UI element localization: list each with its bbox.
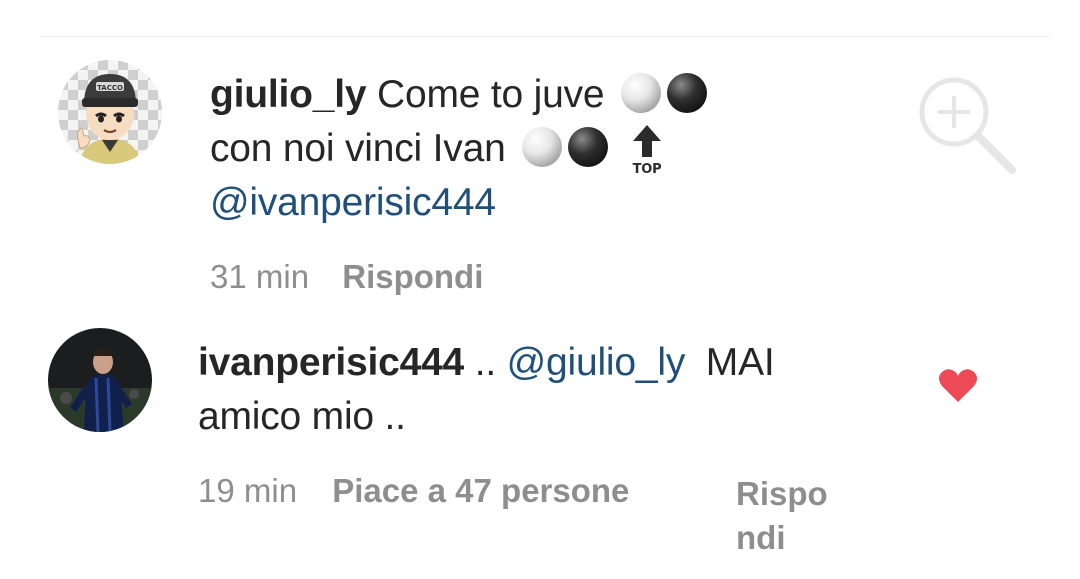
comment-line: amico mio .. [198, 390, 775, 444]
white-ball-icon [522, 127, 563, 167]
comment-line: @ivanperisic444 [210, 176, 707, 230]
reply-label-line: ndi [736, 519, 786, 556]
avatar-giulio-ly[interactable]: TACCO [58, 60, 162, 164]
comment-time: 19 min [198, 472, 298, 509]
svg-text:TACCO: TACCO [97, 84, 123, 92]
likes-count-link[interactable]: Piace a 47 persone [332, 472, 629, 509]
mention-link[interactable]: @ivanperisic444 [210, 181, 496, 224]
player-photo-avatar-icon [48, 328, 152, 432]
comment-line: giulio_ly Come to juve [210, 68, 708, 122]
comment-line: ivanperisic444 .. @giulio_ly MAI [198, 336, 775, 390]
reply-label-line: Rispo [736, 475, 828, 512]
white-ball-icon [621, 73, 662, 113]
cartoon-avatar-icon: TACCO [58, 60, 162, 164]
comment-separator: .. [474, 341, 496, 384]
comment-text: amico mio .. [198, 395, 406, 438]
top-divider [40, 36, 1050, 37]
comment-meta: 19 min Piace a 47 persone [198, 472, 629, 510]
zoom-icon[interactable] [908, 68, 1020, 180]
black-ball-icon [568, 127, 609, 167]
svg-text:TOP: TOP [632, 162, 661, 175]
reply-button[interactable]: Rispo ndi [736, 472, 828, 560]
comment-username[interactable]: giulio_ly [210, 73, 367, 116]
comment-text: con noi vinci Ivan [210, 127, 506, 170]
comment-line: con noi vinci Ivan TOP [210, 122, 707, 176]
avatar-ivanperisic444[interactable] [48, 328, 152, 432]
comment-text: MAI [705, 341, 775, 384]
heart-icon[interactable] [938, 368, 978, 404]
comment-body: ivanperisic444 .. @giulio_ly MAI amico m… [198, 336, 775, 444]
comment-time: 31 min [210, 258, 310, 295]
black-ball-icon [667, 73, 708, 113]
mention-link[interactable]: @giulio_ly [507, 341, 686, 384]
comment-body: giulio_ly Come to juve con noi vinci Iva… [210, 68, 708, 230]
comments-screen: TACCO giulio_ly Come to juve con noi vin… [0, 0, 1080, 579]
comment-username[interactable]: ivanperisic444 [198, 341, 464, 384]
reply-button[interactable]: Rispondi [342, 258, 483, 295]
top-arrow-icon: TOP [632, 125, 661, 175]
comment-text: Come to juve [377, 73, 605, 116]
comment-meta: 31 min Rispondi [210, 258, 483, 296]
